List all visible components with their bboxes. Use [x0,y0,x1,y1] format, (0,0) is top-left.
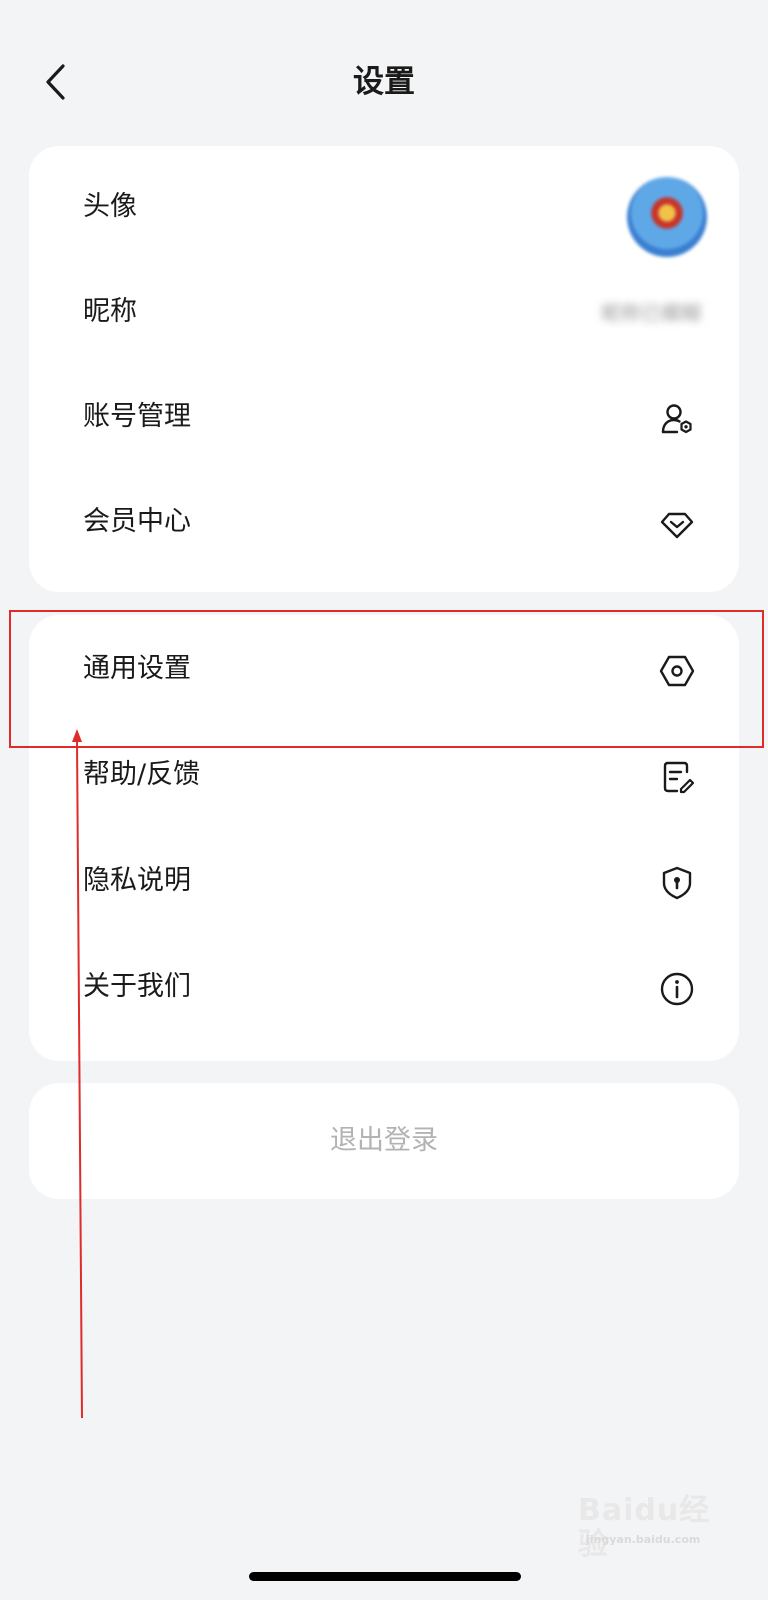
home-indicator[interactable] [249,1572,521,1581]
settings-row-general-settings[interactable]: 通用设置 [29,615,739,723]
diamond-icon [659,506,695,542]
nickname-label: 昵称 [83,296,137,327]
member-center-label: 会员中心 [83,506,191,537]
hexagon-settings-icon [659,653,695,689]
help-feedback-label: 帮助/反馈 [83,759,201,790]
settings-row-account-management[interactable]: 账号管理 [29,363,739,471]
shield-keyhole-icon [659,865,695,901]
watermark-url: jingyan.baidu.com [586,1533,701,1546]
top-bar: 设置 [0,40,768,122]
account-settings-card: 头像 昵称 昵称已模糊 账号管理 会员中心 [29,146,739,592]
page-title: 设置 [353,64,415,100]
settings-row-avatar[interactable]: 头像 [29,153,739,261]
about-us-label: 关于我们 [83,971,191,1002]
settings-row-help-feedback[interactable]: 帮助/反馈 [29,721,739,829]
info-circle-icon [659,971,695,1007]
watermark-text: Baidu经验 [578,1493,711,1562]
general-settings-card: 通用设置 帮助/反馈 隐私说明 关于我们 [29,615,739,1061]
avatar[interactable] [627,177,707,257]
general-settings-label: 通用设置 [83,653,191,684]
logout-card: 退出登录 [29,1083,739,1199]
settings-row-about-us[interactable]: 关于我们 [29,933,739,1041]
logout-button[interactable]: 退出登录 [29,1083,739,1199]
privacy-label: 隐私说明 [83,865,191,896]
settings-row-privacy[interactable]: 隐私说明 [29,827,739,935]
baidu-watermark: Baidu经验 jingyan.baidu.com [578,1494,728,1562]
settings-row-member-center[interactable]: 会员中心 [29,468,739,576]
avatar-label: 头像 [83,191,137,222]
settings-row-nickname[interactable]: 昵称 昵称已模糊 [29,258,739,366]
account-management-label: 账号管理 [83,401,191,432]
nickname-value: 昵称已模糊 [601,301,701,325]
user-gear-icon [659,401,695,437]
feedback-edit-icon [659,759,695,795]
